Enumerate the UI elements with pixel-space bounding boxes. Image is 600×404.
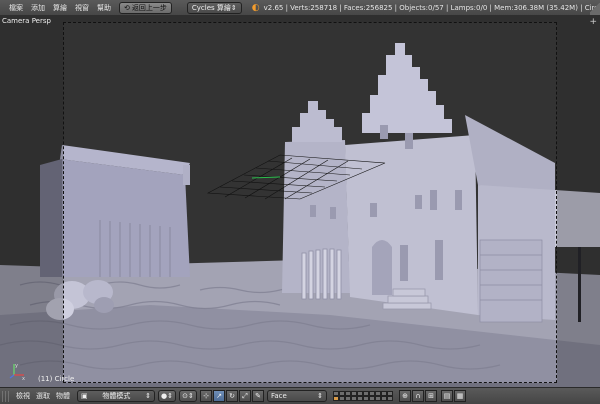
- passepartout-right: [557, 15, 600, 387]
- view-name-label: Camera Persp: [2, 17, 51, 25]
- interaction-mode-select[interactable]: ▣ 物體模式 ⇕: [77, 390, 155, 402]
- chevron-updown-icon: ⇕: [167, 392, 173, 400]
- scale-manipulator-icon[interactable]: ⤢: [239, 390, 251, 402]
- menu-render[interactable]: 算繪: [49, 3, 71, 13]
- back-button[interactable]: ⟲ 返回上一步: [119, 1, 172, 14]
- axis-gizmo-icon: y x: [9, 363, 25, 381]
- pivot-point-select[interactable]: ⊙ ⇕: [179, 390, 197, 402]
- back-button-label: 返回上一步: [131, 3, 167, 12]
- 3d-viewport[interactable]: Camera Persp + y x (11) Circle: [0, 15, 600, 387]
- lock-camera-icon[interactable]: ⊕: [399, 390, 411, 402]
- render-engine-select[interactable]: Cycles 算繪 ⇕: [186, 1, 242, 14]
- viewport-shading-select[interactable]: ● ⇕: [158, 390, 176, 402]
- snap-target-icon[interactable]: ⊞: [425, 390, 437, 402]
- info-header: 檔案 添加 算繪 視窗 幫助 ⟲ 返回上一步 Cycles 算繪 ⇕ ◐ v2.…: [0, 0, 600, 16]
- object-mode-icon: ▣: [81, 392, 88, 400]
- layer-buttons[interactable]: [333, 391, 393, 401]
- menu-object[interactable]: 物體: [53, 391, 73, 401]
- axis-y-label: y: [15, 363, 18, 369]
- snap-element-select[interactable]: Face ⇕: [267, 390, 327, 402]
- rotate-manipulator-icon[interactable]: ↻: [226, 390, 238, 402]
- snap-element-value: Face: [271, 392, 287, 400]
- chevron-updown-icon: ⇕: [188, 392, 194, 400]
- plus-icon[interactable]: +: [589, 17, 597, 27]
- active-object-label: (11) Circle: [38, 375, 75, 383]
- render-animation-icon[interactable]: ▦: [454, 390, 466, 402]
- chevron-updown-icon: ⇕: [317, 392, 323, 400]
- menu-add[interactable]: 添加: [27, 3, 49, 13]
- blender-icon: ◐: [251, 2, 260, 13]
- snap-magnet-icon[interactable]: ∩: [412, 390, 424, 402]
- axis-x-label: x: [22, 376, 25, 381]
- undo-icon: ⟲: [124, 3, 130, 12]
- passepartout-top: [63, 15, 557, 22]
- menu-help[interactable]: 幫助: [93, 3, 115, 13]
- interaction-mode-value: 物體模式: [102, 392, 131, 400]
- render-engine-value: Cycles 算繪: [191, 3, 231, 12]
- menu-select[interactable]: 選取: [33, 391, 53, 401]
- chevron-updown-icon: ⇕: [145, 392, 151, 400]
- menu-window[interactable]: 視窗: [71, 3, 93, 13]
- transform-orientation-icon[interactable]: ✎: [252, 390, 264, 402]
- menu-view[interactable]: 檢視: [13, 391, 33, 401]
- area-corner-icon[interactable]: [590, 0, 600, 15]
- header-grip-icon[interactable]: [2, 390, 10, 402]
- scene-stats: v2.65 | Verts:258718 | Faces:256825 | Ob…: [263, 3, 600, 12]
- camera-border: [63, 22, 557, 383]
- passepartout-left: [0, 15, 63, 387]
- translate-manipulator-icon[interactable]: ↗: [213, 390, 225, 402]
- menu-file[interactable]: 檔案: [5, 3, 27, 13]
- chevron-updown-icon: ⇕: [230, 3, 237, 12]
- 3d-view-header: 檢視 選取 物體 ▣ 物體模式 ⇕ ● ⇕ ⊙ ⇕ ⊹ ↗ ↻ ⤢ ✎ Face…: [0, 387, 600, 404]
- layer-button[interactable]: [387, 396, 393, 401]
- render-icon[interactable]: ▤: [441, 390, 453, 402]
- manipulator-toggle-icon[interactable]: ⊹: [200, 390, 212, 402]
